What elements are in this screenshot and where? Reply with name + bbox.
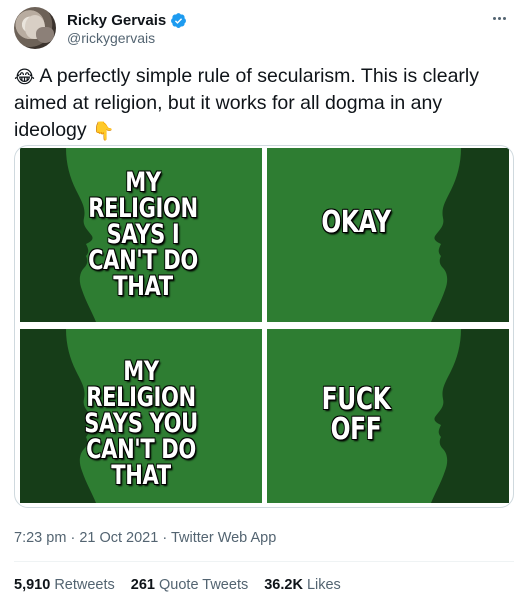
meme-panel-2: OKAY (267, 148, 509, 322)
tweet-source[interactable]: Twitter Web App (171, 530, 276, 546)
tears-of-joy-emoji: 😂 (14, 67, 36, 87)
retweets-stat[interactable]: 5,910 Retweets (14, 577, 115, 593)
meme-panel-1: MY RELIGION SAYS I CAN'T DO THAT (20, 148, 262, 322)
tweet-meta: 7:23 pm · 21 Oct 2021 · Twitter Web App (14, 530, 276, 546)
meme-text-line: MY RELIGION (88, 167, 198, 224)
more-dot-icon (502, 16, 506, 20)
likes-count: 36.2K (264, 577, 303, 593)
avatar-cat (36, 27, 54, 43)
quote-tweets-stat[interactable]: 261 Quote Tweets (131, 577, 248, 593)
pointing-down-emoji: 👇 (92, 121, 115, 141)
meme-text-line: THAT (113, 271, 173, 302)
retweets-label: Retweets (54, 577, 115, 593)
tweet-time[interactable]: 7:23 pm (14, 530, 66, 546)
tweet-media[interactable]: MY RELIGION SAYS I CAN'T DO THAT OKAY MY… (14, 145, 514, 508)
meta-separator: · (70, 530, 76, 546)
meme-text-line: OFF (330, 412, 382, 447)
divider (14, 561, 514, 562)
right-face-silhouette-icon (431, 329, 509, 503)
meme-text-4: FUCK OFF (317, 385, 395, 445)
quote-tweets-count: 261 (130, 577, 155, 593)
meme-text-line: MY RELIGION (86, 356, 196, 413)
meme-text-line: OKAY (321, 205, 391, 240)
retweets-count: 5,910 (14, 577, 51, 593)
quote-tweets-label: Quote Tweets (159, 577, 249, 593)
tweet-header: Ricky Gervais @rickygervais (14, 7, 514, 51)
tweet: Ricky Gervais @rickygervais 😂 A perfectl… (0, 0, 527, 600)
meme-text-2: OKAY (313, 208, 399, 238)
tweet-stats: 5,910 Retweets 261 Quote Tweets 36.2K Li… (14, 577, 341, 593)
meme-image[interactable]: MY RELIGION SAYS I CAN'T DO THAT OKAY MY… (20, 148, 509, 506)
more-dot-icon (492, 16, 496, 20)
tweet-date[interactable]: 21 Oct 2021 (79, 530, 158, 546)
meme-panel-4: FUCK OFF (267, 329, 509, 503)
meme-panel-3: MY RELIGION SAYS YOU CAN'T DO THAT (20, 329, 262, 503)
meta-separator: · (162, 530, 168, 546)
likes-label: Likes (306, 577, 341, 593)
avatar[interactable] (14, 7, 56, 49)
tweet-text: 😂 A perfectly simple rule of secularism.… (14, 63, 514, 144)
likes-stat[interactable]: 36.2K Likes (264, 577, 341, 593)
tweet-body: A perfectly simple rule of secularism. T… (14, 65, 480, 141)
more-options-button[interactable] (488, 9, 510, 27)
author-handle[interactable]: @rickygervais (67, 30, 155, 46)
meme-text-1: MY RELIGION SAYS I CAN'T DO THAT (85, 167, 202, 302)
author-display-name[interactable]: Ricky Gervais (67, 12, 166, 29)
more-dot-icon (497, 16, 501, 20)
right-face-silhouette-icon (431, 148, 509, 322)
verified-badge-icon (171, 12, 187, 28)
meme-text-3: MY RELIGION SAYS YOU CAN'T DO THAT (83, 356, 200, 491)
meme-text-line: FUCK (321, 382, 391, 417)
meme-text-line: THAT (111, 460, 171, 491)
author-name-row: Ricky Gervais (67, 10, 187, 30)
